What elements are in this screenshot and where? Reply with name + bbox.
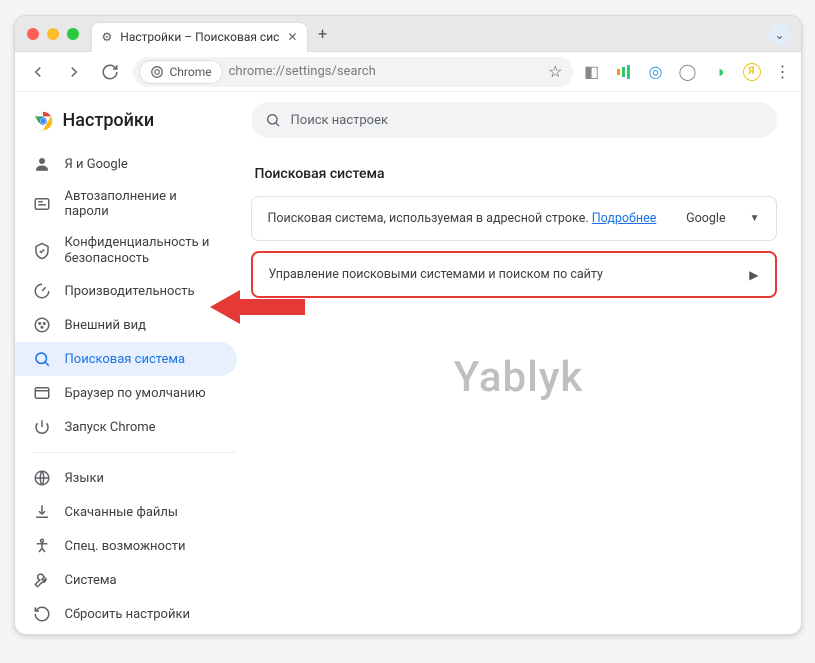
search-icon bbox=[265, 112, 281, 128]
sidebar-item-label: Конфиденциальность и безопасность bbox=[65, 235, 219, 266]
manage-search-engines-card[interactable]: Управление поисковыми системами и поиско… bbox=[251, 251, 777, 298]
sidebar-item-label: Языки bbox=[65, 471, 105, 486]
titlebar: ⚙ Настройки – Поисковая сис ✕ + ⌄ bbox=[15, 16, 801, 52]
sidebar-item-default-browser[interactable]: Браузер по умолчанию bbox=[15, 376, 237, 410]
settings-search-placeholder: Поиск настроек bbox=[291, 113, 389, 128]
sidebar-divider bbox=[33, 452, 237, 453]
settings-main: Поиск настроек Поисковая система Поисков… bbox=[237, 92, 801, 634]
settings-search[interactable]: Поиск настроек bbox=[251, 102, 777, 138]
extensions-puzzle-icon[interactable]: ◑ bbox=[711, 63, 729, 81]
autofill-icon bbox=[33, 195, 51, 213]
sidebar-item-languages[interactable]: Языки bbox=[15, 461, 237, 495]
chrome-logo-icon bbox=[33, 111, 53, 131]
sidebar-item-label: Спец. возможности bbox=[65, 539, 186, 554]
omnibox[interactable]: Chrome chrome://settings/search ☆ bbox=[133, 57, 573, 87]
sidebar-item-label: Система bbox=[65, 573, 117, 588]
sidebar-item-label: Я и Google bbox=[65, 157, 128, 172]
wrench-icon bbox=[33, 571, 51, 589]
search-engine-card: Поисковая система, используемая в адресн… bbox=[251, 196, 777, 241]
sidebar-item-on-startup[interactable]: Запуск Chrome bbox=[15, 410, 237, 444]
chip-label: Chrome bbox=[170, 65, 212, 79]
watermark: Yablyk bbox=[454, 353, 584, 402]
sidebar-item-label: Скачанные файлы bbox=[65, 505, 179, 520]
sidebar-item-label: Автозаполнение и пароли bbox=[65, 189, 219, 219]
sidebar-item-system[interactable]: Система bbox=[15, 563, 237, 597]
minimize-window-button[interactable] bbox=[47, 28, 59, 40]
extension-ring-icon[interactable]: ◯ bbox=[679, 63, 697, 81]
extension-bars-icon[interactable] bbox=[615, 63, 633, 81]
url-text: chrome://settings/search bbox=[229, 64, 543, 79]
card-text: Управление поисковыми системами и поиско… bbox=[269, 267, 603, 282]
power-icon bbox=[33, 418, 51, 436]
extension-1-icon[interactable]: ◧ bbox=[583, 63, 601, 81]
sidebar-item-reset[interactable]: Сбросить настройки bbox=[15, 597, 237, 631]
search-icon bbox=[33, 350, 51, 368]
profile-badge[interactable]: Я bbox=[743, 63, 761, 81]
back-button[interactable] bbox=[25, 59, 51, 85]
new-tab-button[interactable]: + bbox=[308, 24, 336, 43]
palette-icon bbox=[33, 316, 51, 334]
window-controls bbox=[15, 28, 91, 40]
caret-down-icon: ▼ bbox=[750, 213, 760, 224]
chrome-small-icon bbox=[150, 65, 164, 79]
close-window-button[interactable] bbox=[27, 28, 39, 40]
sidebar-item-you-and-google[interactable]: Я и Google bbox=[15, 147, 237, 181]
speed-icon bbox=[33, 282, 51, 300]
sidebar-item-label: Запуск Chrome bbox=[65, 420, 156, 435]
extension-icons: ◧ ◎ ◯ ◑ Я ⋮ bbox=[583, 62, 791, 81]
tabs-dropdown-button[interactable]: ⌄ bbox=[769, 24, 791, 46]
card-text: Поисковая система, используемая в адресн… bbox=[268, 211, 589, 226]
sidebar-item-downloads[interactable]: Скачанные файлы bbox=[15, 495, 237, 529]
sidebar-item-label: Поисковая система bbox=[65, 352, 186, 367]
search-engine-select[interactable]: Google ▼ bbox=[686, 211, 759, 226]
sidebar-item-privacy[interactable]: Конфиденциальность и безопасность bbox=[15, 227, 237, 274]
sidebar-item-search-engine[interactable]: Поисковая система bbox=[15, 342, 237, 376]
section-title: Поисковая система bbox=[255, 166, 777, 182]
sidebar-item-label: Внешний вид bbox=[65, 318, 147, 333]
person-icon bbox=[33, 155, 51, 173]
shield-icon bbox=[33, 242, 51, 260]
sidebar-item-appearance[interactable]: Внешний вид bbox=[15, 308, 237, 342]
chevron-right-icon: ▶ bbox=[749, 268, 758, 282]
toolbar: Chrome chrome://settings/search ☆ ◧ ◎ ◯ … bbox=[15, 52, 801, 92]
extension-circle-icon[interactable]: ◎ bbox=[647, 63, 665, 81]
accessibility-icon bbox=[33, 537, 51, 555]
chrome-menu-button[interactable]: ⋮ bbox=[775, 62, 791, 81]
download-icon bbox=[33, 503, 51, 521]
sidebar-item-label: Сбросить настройки bbox=[65, 607, 190, 622]
sidebar-item-accessibility[interactable]: Спец. возможности bbox=[15, 529, 237, 563]
settings-sidebar: Настройки Я и Google Автозаполнение и па… bbox=[15, 92, 237, 634]
sidebar-header: Настройки bbox=[15, 102, 237, 147]
maximize-window-button[interactable] bbox=[67, 28, 79, 40]
sidebar-item-performance[interactable]: Производительность bbox=[15, 274, 237, 308]
gear-icon: ⚙ bbox=[102, 30, 113, 44]
sidebar-item-autofill[interactable]: Автозаполнение и пароли bbox=[15, 181, 237, 227]
bookmark-star-button[interactable]: ☆ bbox=[548, 62, 562, 81]
sidebar-item-label: Производительность bbox=[65, 284, 195, 299]
learn-more-link[interactable]: Подробнее bbox=[592, 211, 657, 226]
sidebar-item-label: Браузер по умолчанию bbox=[65, 386, 206, 401]
search-engine-value: Google bbox=[686, 211, 725, 226]
sidebar-title: Настройки bbox=[63, 110, 155, 131]
globe-icon bbox=[33, 469, 51, 487]
reload-button[interactable] bbox=[97, 59, 123, 85]
window-icon bbox=[33, 384, 51, 402]
reset-icon bbox=[33, 605, 51, 623]
site-info-chip[interactable]: Chrome bbox=[139, 60, 223, 84]
forward-button[interactable] bbox=[61, 59, 87, 85]
tab-title: Настройки – Поисковая сис bbox=[120, 30, 279, 44]
close-tab-button[interactable]: ✕ bbox=[287, 30, 297, 44]
browser-tab[interactable]: ⚙ Настройки – Поисковая сис ✕ bbox=[91, 22, 309, 52]
